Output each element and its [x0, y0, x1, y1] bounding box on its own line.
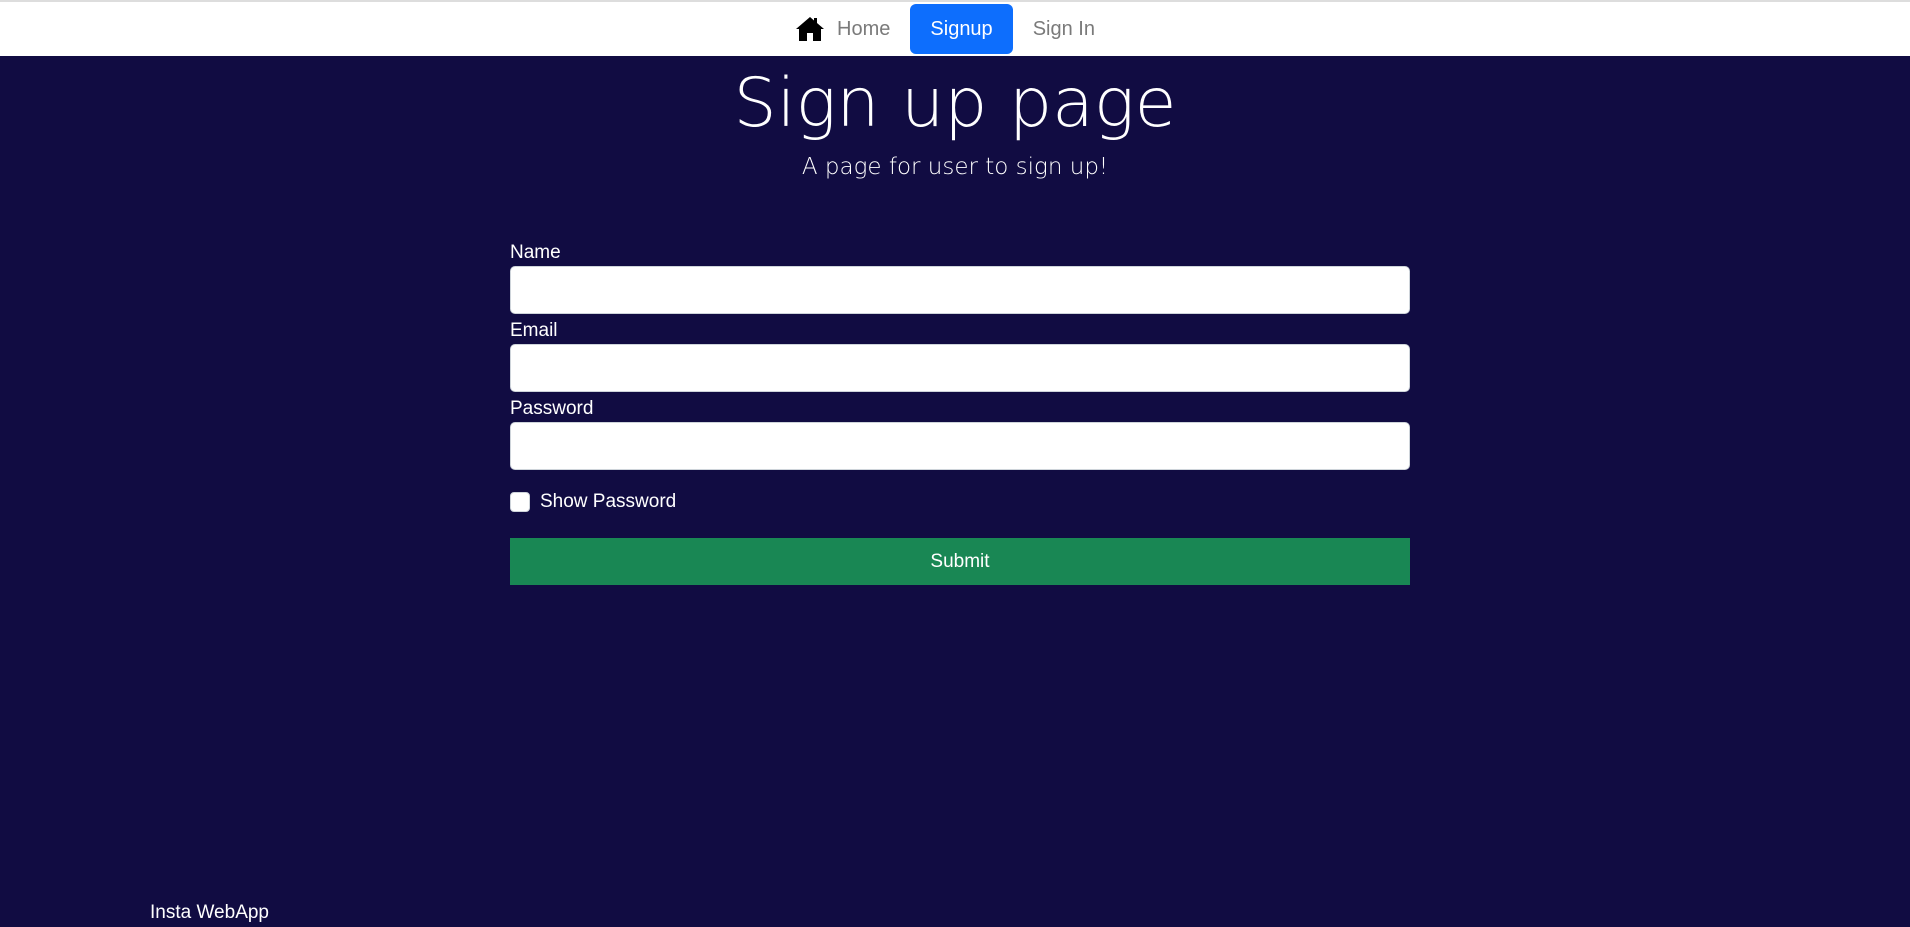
page-title: Sign up page	[733, 64, 1177, 143]
nav-signup-label: Signup	[930, 17, 993, 40]
name-label: Name	[510, 242, 561, 263]
footer-brand: Insta WebApp	[150, 902, 270, 923]
nav-item-signup[interactable]: Signup	[910, 4, 1013, 54]
nav-item-signin[interactable]: Sign In	[1013, 4, 1115, 54]
password-label: Password	[510, 398, 594, 419]
submit-button[interactable]: Submit	[510, 538, 1410, 585]
name-input[interactable]	[510, 266, 1410, 314]
home-icon	[795, 15, 825, 43]
email-label: Email	[510, 320, 558, 341]
top-navbar: Home Signup Sign In	[0, 0, 1910, 56]
show-password-checkbox[interactable]	[510, 492, 530, 512]
show-password-label[interactable]: Show Password	[540, 491, 676, 513]
show-password-row: Show Password	[510, 490, 1410, 514]
nav-list: Home Signup Sign In	[795, 4, 1115, 54]
nav-home-label: Home	[837, 17, 891, 40]
signup-form: Name Email Password Show Password Submit	[510, 240, 1410, 585]
nav-signin-label: Sign In	[1032, 17, 1095, 40]
email-input[interactable]	[510, 344, 1410, 392]
nav-item-home[interactable]: Home	[795, 4, 910, 54]
hero-section: Sign up page A page for user to sign up!	[0, 56, 1910, 182]
password-input[interactable]	[510, 422, 1410, 470]
page-subtitle: A page for user to sign up!	[801, 154, 1109, 180]
